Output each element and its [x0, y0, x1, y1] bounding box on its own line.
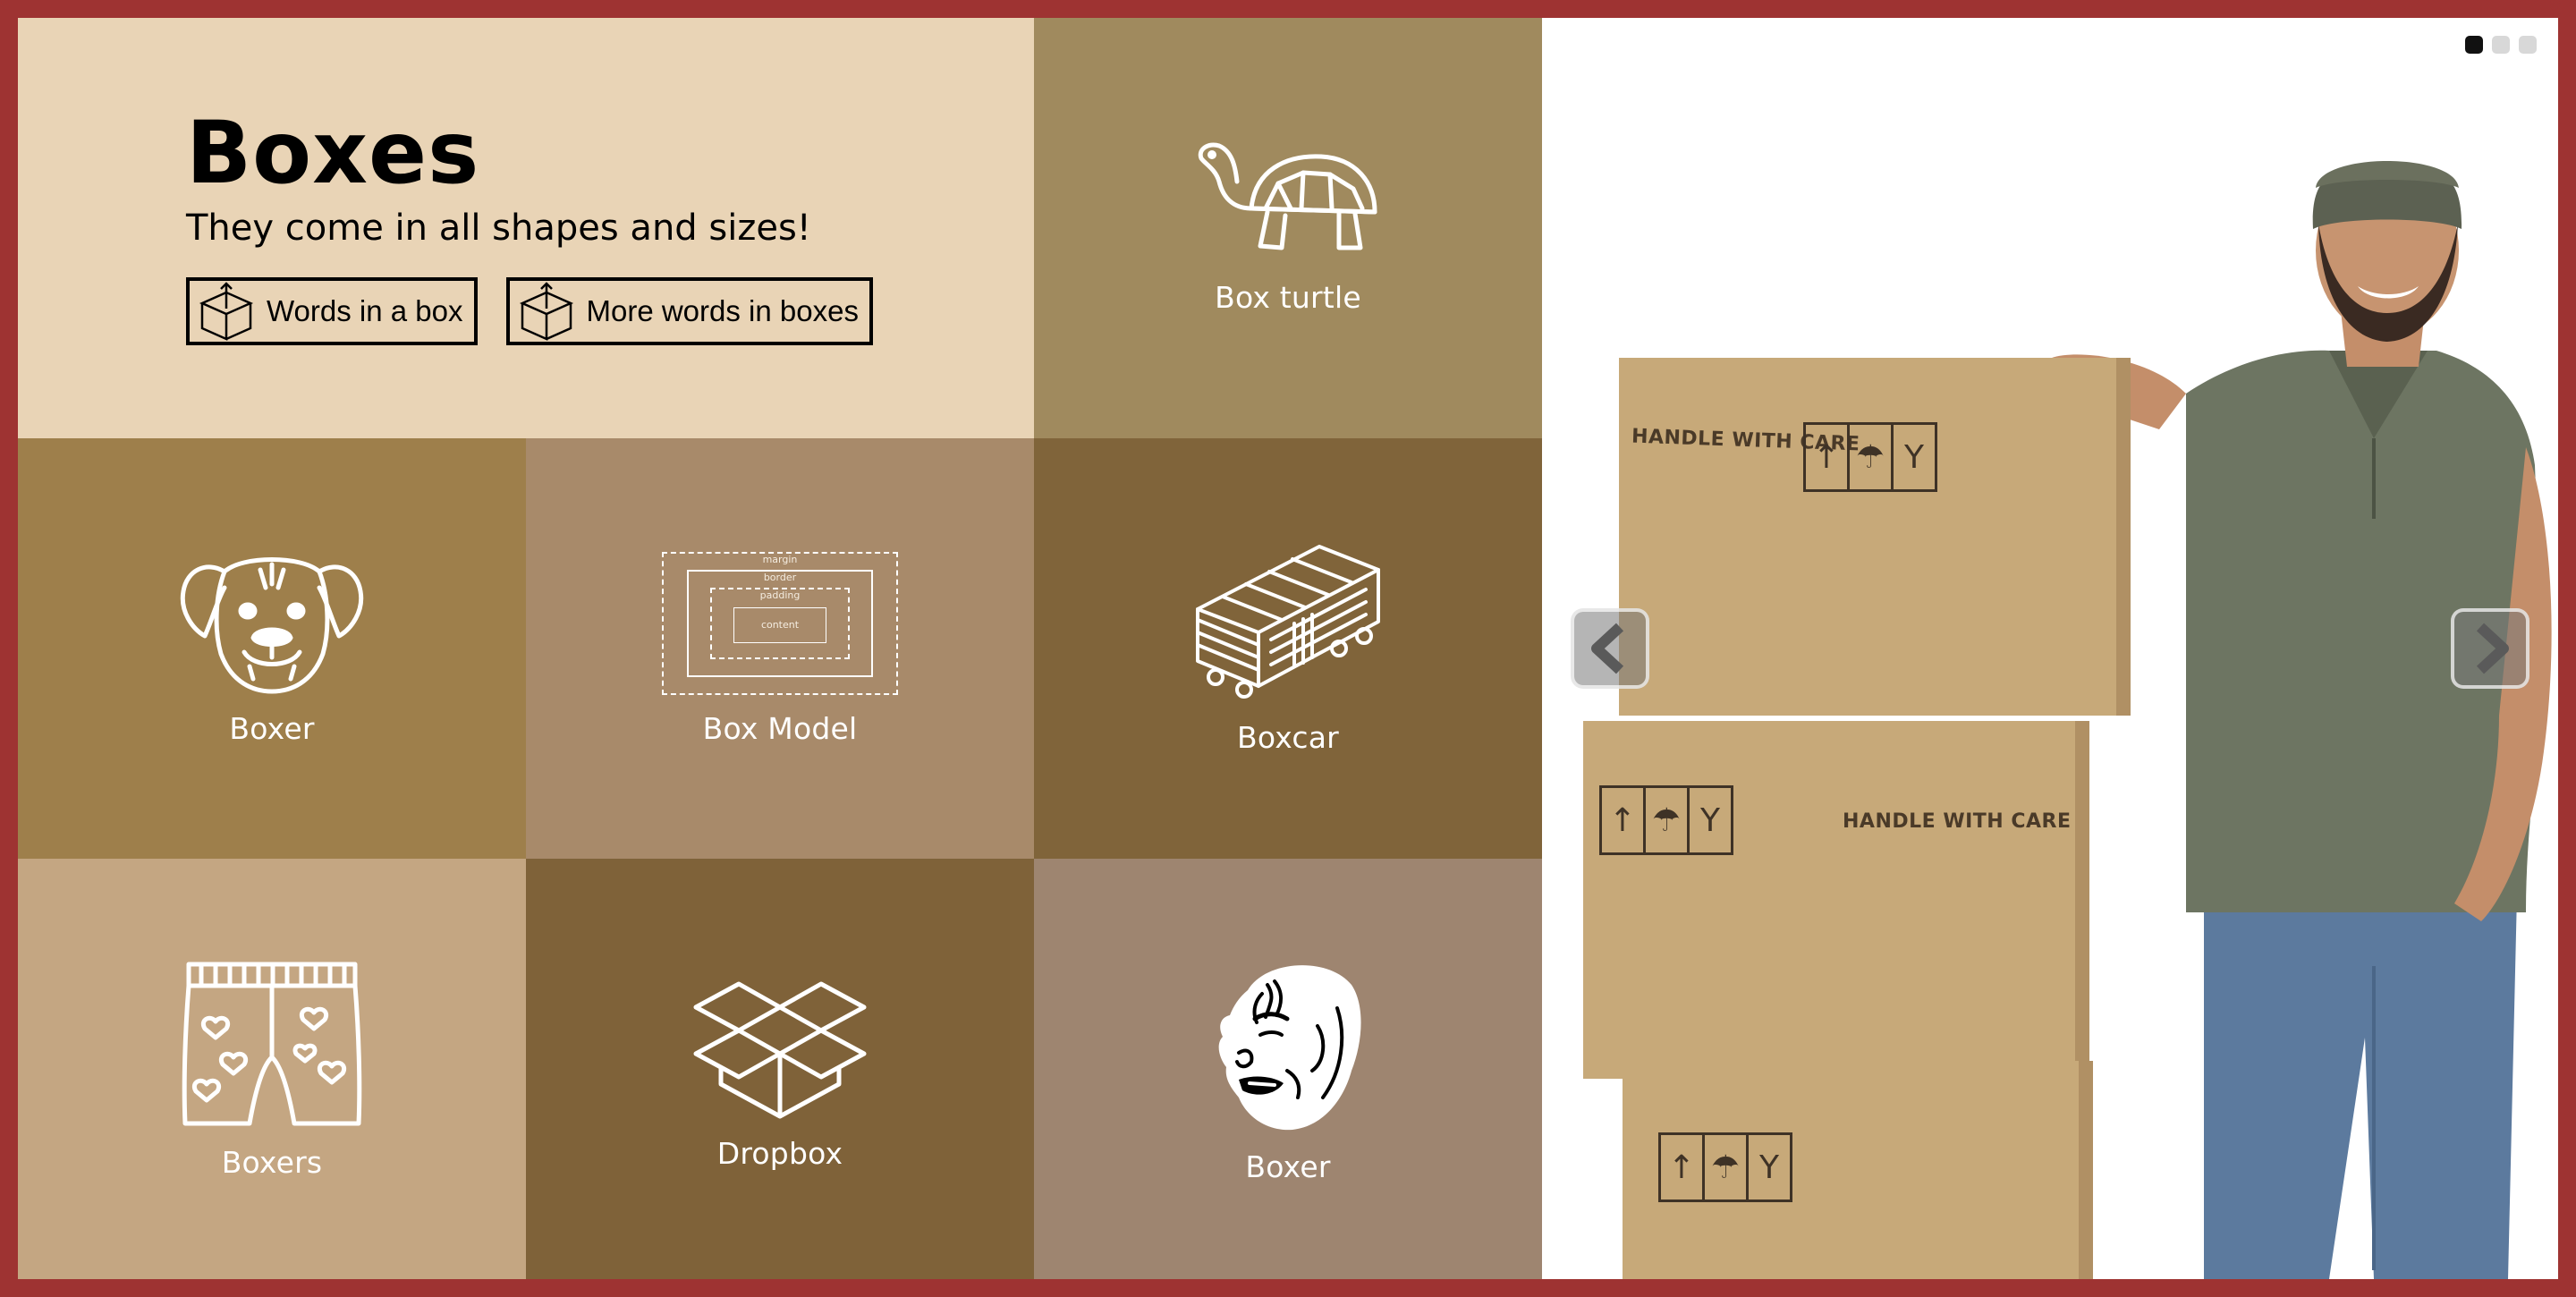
glass-icon: Y [1759, 1149, 1779, 1186]
button-label: Words in a box [267, 294, 463, 327]
border-label: border [763, 571, 797, 583]
tile-boxcar[interactable]: Boxcar [1034, 438, 1542, 859]
margin-label: margin [762, 553, 798, 565]
content-label: content [760, 619, 800, 631]
tile-box-turtle[interactable]: Box turtle [1034, 18, 1542, 438]
carousel-next-button[interactable] [2451, 608, 2529, 689]
tile-label: Dropbox [716, 1135, 843, 1171]
box-label: HANDLE WITH CARE [1843, 810, 2072, 833]
box-symbols: ↑ ☂ Y [1658, 1132, 1792, 1202]
box-icon [199, 282, 254, 341]
boxer-face-icon [1218, 964, 1361, 1130]
box-symbols: ↑ ☂ Y [1599, 785, 1733, 855]
header-tile: Boxes They come in all shapes and sizes!… [18, 18, 1034, 438]
tagline: They come in all shapes and sizes! [186, 208, 811, 249]
tile-label: Boxer [229, 710, 315, 746]
umbrella-icon: ☂ [1705, 1135, 1749, 1200]
page-title: Boxes [186, 103, 480, 203]
box-model-icon: margin border padding content [662, 551, 898, 695]
tile-boxers[interactable]: Boxers [18, 859, 526, 1279]
tile-boxer-face[interactable]: Boxer [1034, 859, 1542, 1279]
box-symbols: ↑ ☂ Y [1803, 422, 1937, 492]
tile-dropbox[interactable]: Dropbox [526, 859, 1034, 1279]
button-row: Words in a box More words in boxes [186, 277, 873, 345]
tile-label: Boxer [1245, 1149, 1331, 1184]
umbrella-icon: ☂ [1850, 425, 1894, 489]
arrow-up-icon: ↑ [1602, 788, 1646, 852]
umbrella-icon: ☂ [1646, 788, 1690, 852]
tile-label: Boxers [221, 1144, 323, 1180]
tile-label: Boxcar [1237, 719, 1339, 755]
boxer-dog-icon [180, 556, 364, 693]
arrow-up-icon: ↑ [1661, 1135, 1705, 1200]
box-icon [519, 282, 573, 341]
shipping-box-top: HANDLE WITH CARE ↑ ☂ Y [1619, 358, 2131, 716]
tile-label: Box Model [702, 710, 858, 746]
shipping-box-bottom: ↑ ☂ Y [1623, 1061, 2093, 1279]
dropbox-icon [693, 981, 867, 1118]
tile-label: Box turtle [1215, 279, 1361, 315]
tile-box-model[interactable]: margin border padding content Box Model [526, 438, 1034, 859]
carousel-prev-button[interactable] [1571, 608, 1649, 689]
turtle-icon [1198, 142, 1377, 250]
boxcar-icon [1196, 544, 1380, 699]
glass-icon: Y [1904, 438, 1924, 476]
tile-boxer[interactable]: Boxer [18, 438, 526, 859]
arrow-up-icon: ↑ [1806, 425, 1850, 489]
more-words-in-boxes-button[interactable]: More words in boxes [505, 277, 873, 345]
page-frame: Boxes They come in all shapes and sizes!… [18, 18, 2558, 1279]
boxers-shorts-icon [182, 962, 362, 1125]
chevron-left-icon [1591, 623, 1624, 674]
chevron-right-icon [2476, 623, 2509, 674]
padding-label: padding [759, 589, 801, 601]
shipping-box-middle: ↑ ☂ Y HANDLE WITH CARE [1583, 721, 2089, 1079]
image-carousel: HANDLE WITH CARE ↑ ☂ Y ↑ ☂ Y HANDLE WITH… [1542, 18, 2558, 1279]
glass-icon: Y [1700, 801, 1720, 839]
words-in-a-box-button[interactable]: Words in a box [186, 277, 478, 345]
button-label: More words in boxes [586, 294, 859, 327]
